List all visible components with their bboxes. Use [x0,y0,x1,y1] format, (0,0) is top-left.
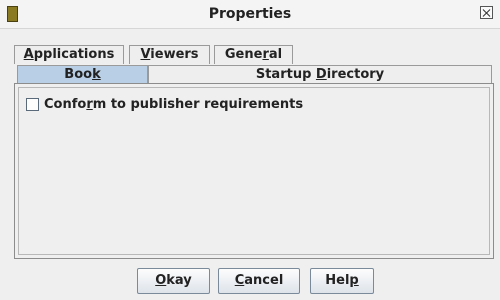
tab-mnemonic: k [92,67,101,82]
book-panel: Conform to publisher requirements [14,83,494,259]
button-mnemonic: C [234,273,245,288]
tab-applications[interactable]: Applications [14,45,124,64]
conform-label[interactable]: Conform to publisher requirements [44,97,303,112]
button-label-post: kay [166,273,192,288]
cancel-button[interactable]: Cancel [218,268,300,294]
tab-mnemonic: A [23,47,34,62]
button-label-post: ancel [244,273,284,288]
label-pre: Confo [44,96,87,112]
tab-mnemonic: D [315,67,327,82]
button-mnemonic: p [349,273,359,288]
conform-option[interactable]: Conform to publisher requirements [26,96,303,112]
button-mnemonic: O [155,273,167,288]
okay-button[interactable]: Okay [137,268,210,294]
tab-viewers[interactable]: Viewers [129,45,210,64]
tab-label-post: iewers [150,47,199,62]
help-button[interactable]: Help [310,268,374,294]
tab-startup-directory[interactable]: Startup Directory [148,65,492,84]
button-label-pre: Hel [325,273,350,288]
window-title: Properties [208,6,292,22]
label-post: m to publisher requirements [92,96,304,112]
properties-dialog: Properties Applications Viewers General … [0,0,500,300]
tab-label-pre: Boo [64,67,93,82]
tab-label-post: al [268,47,283,62]
tab-label-post: irectory [326,67,385,82]
tab-label-pre: Startup [255,67,316,82]
close-icon[interactable] [480,6,493,19]
tab-general[interactable]: General [214,45,293,64]
tab-mnemonic: V [140,47,151,62]
tab-book[interactable]: Book [17,65,148,84]
conform-checkbox[interactable] [26,97,39,111]
tab-label-post: pplications [33,47,115,62]
tab-label-pre: Gene [224,47,263,62]
title-bar[interactable]: Properties [0,0,500,29]
book-panel-inner: Conform to publisher requirements [18,87,490,255]
